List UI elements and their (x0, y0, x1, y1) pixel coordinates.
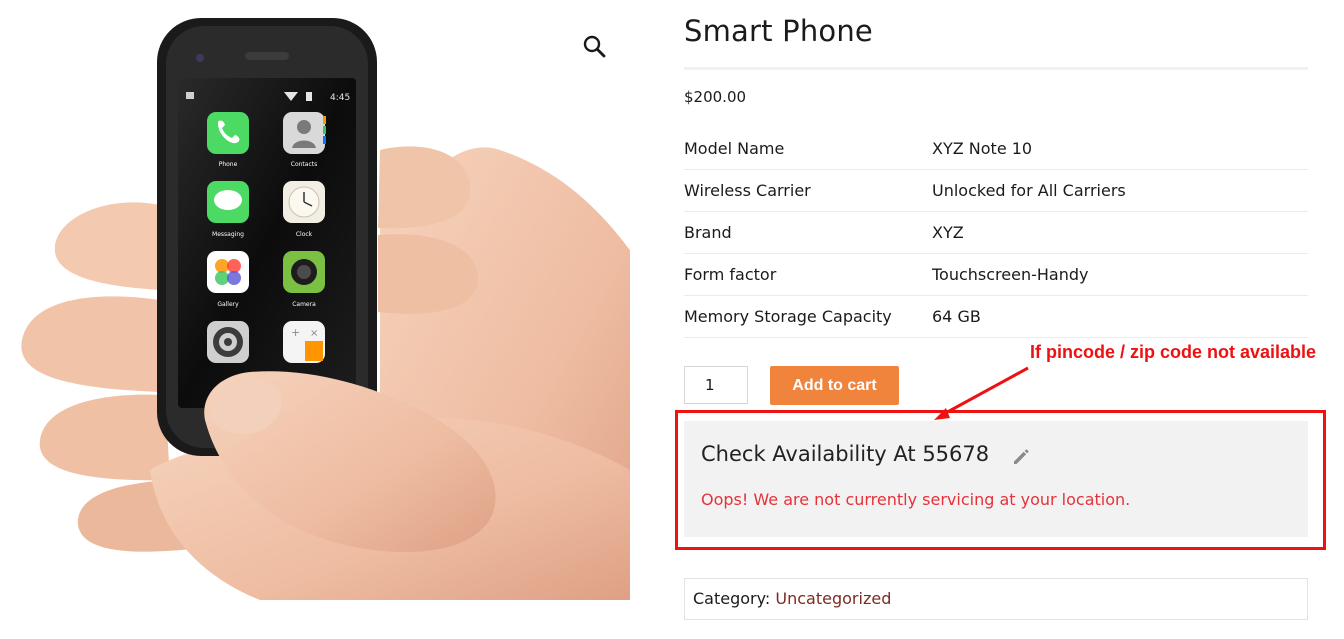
svg-text:+: + (291, 326, 300, 339)
magnifier-icon (583, 35, 606, 58)
attribute-value: 64 GB (932, 295, 1308, 338)
attribute-name: Form factor (684, 253, 932, 296)
annotation-callout: If pincode / zip code not available (1030, 342, 1317, 362)
messaging-app-label: Messaging (212, 231, 244, 238)
camera-app-label: Camera (292, 301, 316, 308)
gallery-app-icon (207, 251, 249, 293)
gallery-app-label: Gallery (217, 301, 239, 308)
product-meta: Category: Uncategorized (684, 578, 1308, 620)
category-link[interactable]: Uncategorized (775, 589, 891, 608)
attribute-value: Unlocked for All Carriers (932, 169, 1308, 212)
attribute-name: Model Name (684, 128, 932, 170)
product-image[interactable]: 4:45 Phone Contacts Messaging Clock Gall… (0, 0, 630, 600)
product-attributes-table: Model Name XYZ Note 10 Wireless Carrier … (684, 128, 1308, 338)
attribute-value: XYZ (932, 211, 1308, 254)
availability-check-panel: Check Availability At 55678 Oops! We are… (684, 421, 1308, 537)
add-to-cart-button[interactable]: Add to cart (770, 366, 899, 405)
table-row: Memory Storage Capacity 64 GB (684, 295, 1308, 338)
phone-app-icon (207, 112, 249, 154)
product-price: $200.00 (684, 88, 747, 106)
phone-app-label: Phone (219, 161, 238, 168)
attribute-value: Touchscreen-Handy (932, 253, 1308, 296)
attribute-name: Memory Storage Capacity (684, 295, 932, 338)
edit-pincode-button[interactable] (1011, 445, 1033, 467)
pencil-icon (1014, 449, 1029, 464)
table-row: Wireless Carrier Unlocked for All Carrie… (684, 169, 1308, 212)
product-title: Smart Phone (684, 14, 873, 48)
quantity-input[interactable] (684, 366, 748, 404)
attribute-name: Brand (684, 211, 932, 254)
svg-text:×: × (310, 328, 318, 339)
table-row: Form factor Touchscreen-Handy (684, 253, 1308, 296)
clock-app-label: Clock (296, 231, 313, 238)
contacts-app-label: Contacts (291, 161, 317, 168)
category-label: Category: (693, 589, 771, 608)
phone-status-time: 4:45 (330, 93, 350, 103)
hand-holding-phone-illustration: 4:45 Phone Contacts Messaging Clock Gall… (21, 18, 630, 600)
product-page: 4:45 Phone Contacts Messaging Clock Gall… (0, 0, 1344, 639)
zoom-button[interactable] (578, 30, 612, 64)
attribute-value: XYZ Note 10 (932, 128, 1308, 170)
table-row: Brand XYZ (684, 211, 1308, 254)
availability-heading: Check Availability At 55678 (701, 442, 990, 466)
attribute-name: Wireless Carrier (684, 169, 932, 212)
title-divider (684, 67, 1308, 70)
table-row: Model Name XYZ Note 10 (684, 128, 1308, 170)
availability-error-message: Oops! We are not currently servicing at … (701, 490, 1131, 509)
